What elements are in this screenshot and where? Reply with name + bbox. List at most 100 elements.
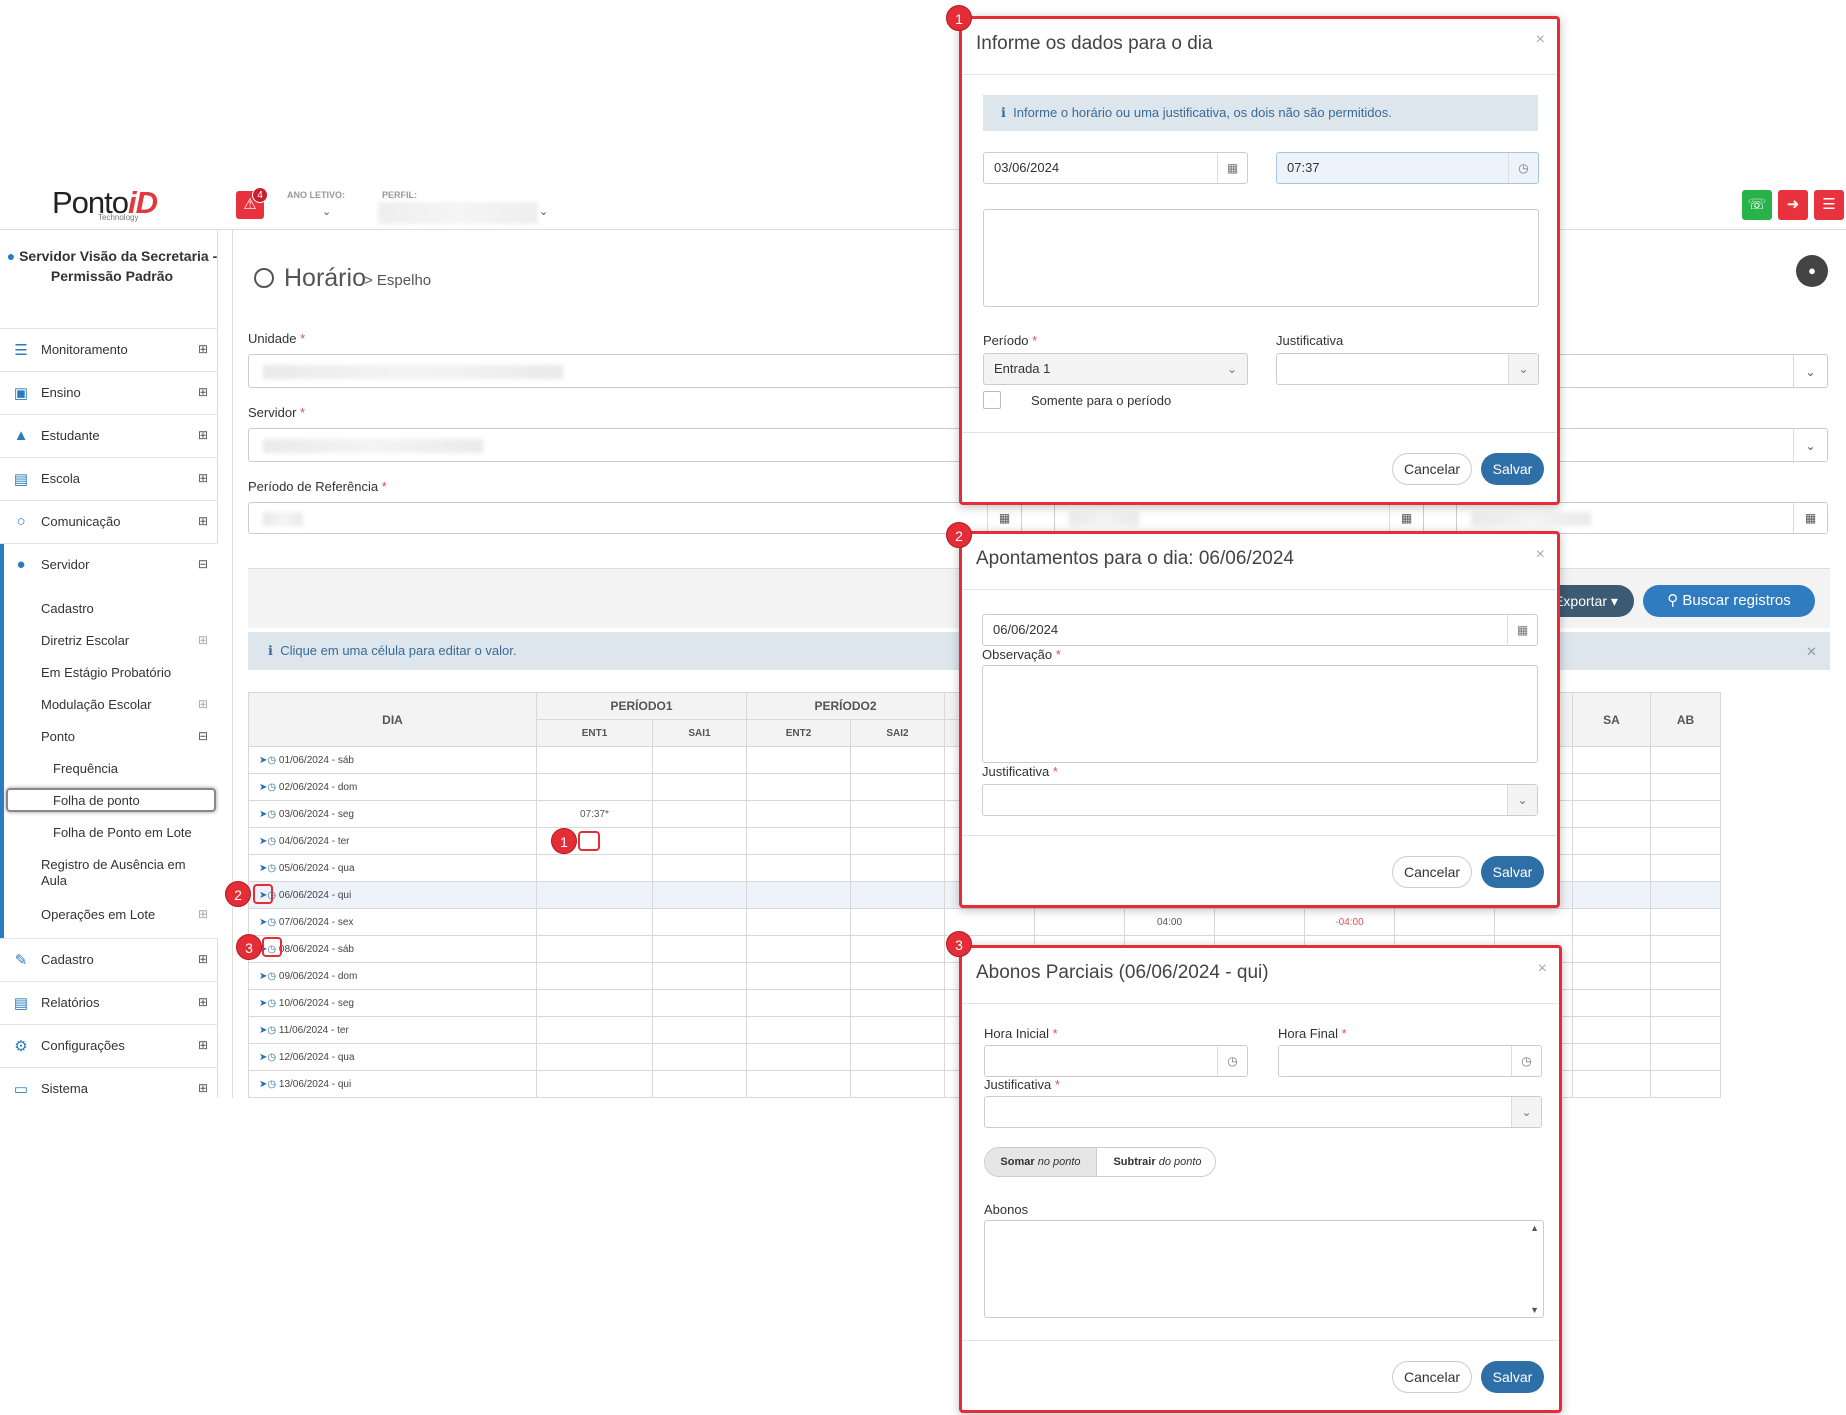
justificativa-select[interactable]: ⌄	[984, 1096, 1542, 1128]
periodo-inicio-input[interactable]: ▦	[248, 502, 1022, 534]
time-cell[interactable]	[536, 935, 653, 963]
observacao-textarea[interactable]	[982, 665, 1538, 763]
time-cell[interactable]	[652, 962, 747, 990]
time-cell[interactable]	[746, 1016, 851, 1044]
chevron-down-icon[interactable]: ⌄	[322, 205, 331, 218]
sidebar-item-servidor[interactable]: ● Servidor ⊟	[0, 543, 218, 586]
time-cell[interactable]	[850, 962, 945, 990]
time-cell[interactable]	[652, 881, 747, 909]
time-cell[interactable]	[1650, 962, 1721, 990]
time-cell[interactable]	[536, 1043, 653, 1071]
clock-icon[interactable]: ◷	[267, 1025, 276, 1036]
clock-icon[interactable]: ◷	[267, 836, 276, 847]
time-cell[interactable]	[746, 881, 851, 909]
clock-icon[interactable]: ◷	[267, 863, 276, 874]
periodo-fim-input[interactable]: ▦	[1054, 502, 1424, 534]
time-cell[interactable]	[1572, 935, 1651, 963]
time-cell[interactable]	[746, 827, 851, 855]
time-cell[interactable]	[536, 746, 653, 774]
calendar-icon[interactable]: ▦	[1507, 615, 1537, 645]
time-cell[interactable]	[652, 746, 747, 774]
time-cell[interactable]	[746, 746, 851, 774]
time-cell[interactable]	[1650, 989, 1721, 1017]
abonos-list[interactable]: ▲ ▼	[984, 1220, 1544, 1318]
sidebar-sub-modulacao[interactable]: Modulação Escolar	[41, 697, 152, 712]
somar-toggle[interactable]: Somar no ponto	[985, 1148, 1097, 1176]
time-cell[interactable]	[1572, 827, 1651, 855]
date-input[interactable]: 03/06/2024 ▦	[983, 152, 1248, 184]
buscar-registros-button[interactable]: ⚲ Buscar registros	[1643, 585, 1815, 617]
time-cell[interactable]	[1650, 746, 1721, 774]
chevron-down-icon[interactable]: ⌄	[539, 205, 548, 218]
time-cell[interactable]	[1394, 908, 1495, 936]
time-cell[interactable]	[850, 1016, 945, 1044]
time-cell[interactable]	[1572, 746, 1651, 774]
time-cell[interactable]	[1650, 1016, 1721, 1044]
time-cell[interactable]	[850, 746, 945, 774]
time-cell[interactable]	[746, 800, 851, 828]
time-cell[interactable]	[746, 1043, 851, 1071]
observacao-textarea[interactable]	[983, 209, 1539, 307]
time-cell[interactable]	[1650, 935, 1721, 963]
time-cell[interactable]	[1650, 1070, 1721, 1098]
sidebar-sub-registro-ausencia[interactable]: Registro de Ausência em Aula	[41, 857, 201, 889]
time-cell[interactable]	[1572, 1070, 1651, 1098]
sidebar-item-comunicacao[interactable]: ○ Comunicação ⊞	[0, 500, 218, 543]
time-cell[interactable]	[1650, 827, 1721, 855]
clock-icon[interactable]: ◷	[267, 1079, 276, 1090]
calendar-icon[interactable]: ▦	[1793, 503, 1827, 533]
time-cell[interactable]	[1650, 908, 1721, 936]
time-cell[interactable]	[652, 935, 747, 963]
clock-icon[interactable]: ◷	[267, 809, 276, 820]
sidebar-item-sistema[interactable]: ▭ Sistema ⊞	[0, 1067, 218, 1098]
somente-periodo-checkbox[interactable]	[983, 391, 1001, 409]
time-cell[interactable]	[746, 854, 851, 882]
time-input[interactable]: 07:37 ◷	[1276, 152, 1539, 184]
time-cell[interactable]	[652, 800, 747, 828]
time-cell[interactable]	[536, 1016, 653, 1044]
time-cell[interactable]	[652, 908, 747, 936]
menu-button[interactable]: ☰	[1814, 190, 1844, 220]
save-button[interactable]: Salvar	[1481, 453, 1544, 485]
time-cell[interactable]	[850, 827, 945, 855]
time-cell[interactable]	[1650, 800, 1721, 828]
time-cell[interactable]	[652, 1016, 747, 1044]
hora-final-input[interactable]: ◷	[1278, 1045, 1542, 1077]
time-cell[interactable]	[1572, 1043, 1651, 1071]
clock-icon[interactable]: ◷	[1217, 1046, 1247, 1076]
sidebar-item-configuracoes[interactable]: ⚙ Configurações ⊞	[0, 1024, 218, 1067]
sidebar-item-cadastro[interactable]: ✎ Cadastro ⊞	[0, 938, 218, 981]
time-cell[interactable]	[850, 1070, 945, 1098]
time-cell[interactable]	[536, 908, 653, 936]
sidebar-sub-ponto[interactable]: Ponto	[41, 729, 75, 744]
save-button[interactable]: Salvar	[1481, 856, 1544, 888]
hora-inicial-input[interactable]: ◷	[984, 1045, 1248, 1077]
table-row[interactable]: ➤◷ 07/06/2024 - sex 04:00 -04:00	[248, 908, 1721, 936]
time-cell[interactable]	[1572, 908, 1651, 936]
clock-icon[interactable]: ◷	[267, 755, 276, 766]
time-cell[interactable]	[850, 854, 945, 882]
close-icon[interactable]: ✕	[1806, 644, 1817, 660]
sidebar-item-estudante[interactable]: ▲ Estudante ⊞	[0, 414, 218, 457]
time-cell[interactable]	[536, 989, 653, 1017]
perfil-select[interactable]	[378, 202, 538, 224]
sidebar-sub-folha-de-ponto[interactable]: Folha de ponto	[53, 793, 140, 808]
clock-icon[interactable]: ◷	[267, 971, 276, 982]
time-cell[interactable]	[536, 962, 653, 990]
time-cell[interactable]	[1572, 800, 1651, 828]
time-cell[interactable]	[1650, 773, 1721, 801]
scroll-up-icon[interactable]: ▲	[1530, 1223, 1539, 1233]
sidebar-item-escola[interactable]: ▤ Escola ⊞	[0, 457, 218, 500]
time-cell[interactable]: -04:00	[1304, 908, 1395, 936]
time-cell[interactable]	[746, 962, 851, 990]
close-icon[interactable]: ×	[1538, 960, 1547, 978]
time-cell[interactable]	[1572, 962, 1651, 990]
logout-button[interactable]: ➜	[1778, 190, 1808, 220]
time-cell[interactable]	[1572, 773, 1651, 801]
time-cell[interactable]	[536, 854, 653, 882]
time-cell[interactable]	[1572, 989, 1651, 1017]
time-cell[interactable]	[746, 773, 851, 801]
time-cell[interactable]	[850, 989, 945, 1017]
time-cell[interactable]	[1214, 908, 1305, 936]
clock-icon[interactable]: ◷	[267, 917, 276, 928]
